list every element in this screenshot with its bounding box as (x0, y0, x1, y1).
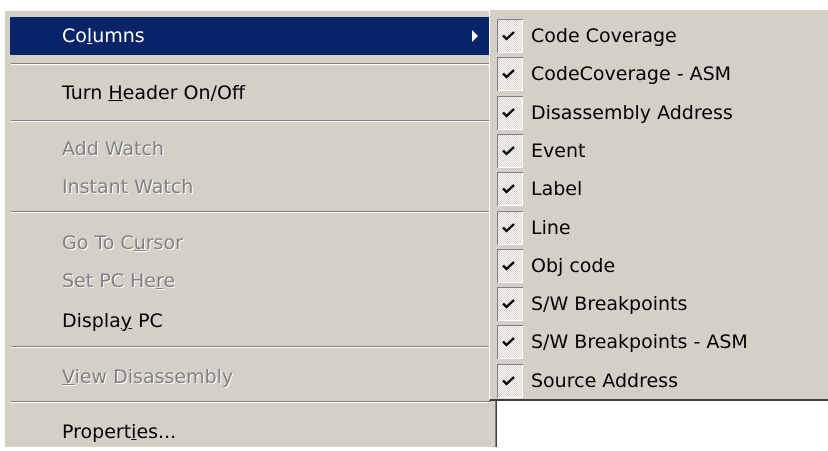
checkmark-icon (502, 299, 515, 309)
checkmark-icon (502, 31, 515, 41)
submenu-item-label: S/W Breakpoints - ASM (531, 331, 748, 354)
submenu-item[interactable]: Line (497, 209, 828, 247)
menu-item-instant-watch[interactable]: Instant Watch (10, 168, 492, 206)
menu-item-label: Properties... (62, 421, 177, 443)
menu-item-display-pc[interactable]: Display PC (10, 302, 492, 340)
checkbox[interactable] (497, 172, 523, 207)
checkbox[interactable] (497, 363, 523, 398)
menu-separator (11, 120, 491, 122)
submenu-item[interactable]: Source Address (497, 362, 828, 400)
checkmark-icon (502, 337, 515, 348)
checkmark-icon (502, 107, 515, 118)
menu-item-label: Columns (62, 25, 145, 47)
checkmark-icon (502, 222, 515, 233)
menu-item-label: Instant Watch (62, 176, 194, 198)
submenu-item[interactable]: S/W Breakpoints (497, 285, 828, 323)
checkbox[interactable] (497, 287, 523, 322)
checkmark-icon (502, 184, 515, 194)
submenu-item-label: CodeCoverage - ASM (531, 63, 732, 86)
menu-item-label: Go To Cursor (62, 232, 183, 254)
checkmark-icon (502, 146, 515, 156)
menu-item-label: Add Watch (62, 138, 164, 160)
menu-item-columns[interactable]: Columns (10, 17, 492, 55)
submenu-item[interactable]: CodeCoverage - ASM (497, 55, 828, 93)
menu-item-label: View Disassembly (62, 366, 234, 388)
checkbox[interactable] (497, 248, 523, 283)
checkbox[interactable] (497, 325, 523, 360)
checkbox[interactable] (497, 19, 523, 53)
menu-item-label: Set PC Here (62, 270, 176, 292)
menu-item-label: Turn Header On/Off (62, 82, 246, 104)
checkmark-icon (502, 375, 515, 386)
submenu-item-label: Label (531, 178, 583, 201)
menu-separator (11, 346, 491, 348)
menu-item-go-to-cursor[interactable]: Go To Cursor (10, 224, 492, 262)
submenu-item[interactable]: Event (497, 132, 828, 170)
submenu-item[interactable]: Disassembly Address (497, 94, 828, 132)
menu-item-view-disassembly[interactable]: View Disassembly (10, 358, 492, 396)
menu-item-add-watch[interactable]: Add Watch (10, 130, 492, 168)
menu-separator (11, 211, 491, 213)
menu-item-properties[interactable]: Properties... (10, 413, 492, 451)
submenu-item-label: Disassembly Address (531, 101, 733, 124)
submenu-item-label: Source Address (531, 369, 678, 392)
checkmark-icon (502, 69, 515, 79)
submenu-item-label: Line (531, 216, 571, 239)
menu-separator (11, 63, 491, 65)
submenu-item-label: S/W Breakpoints (531, 293, 688, 316)
menu-item-turn-header[interactable]: Turn Header On/Off (10, 74, 492, 112)
columns-submenu: Code Coverage CodeCoverage - ASM Disassemb… (489, 10, 828, 401)
menu-item-label: Display PC (62, 310, 163, 332)
submenu-arrow-icon (472, 30, 478, 42)
checkbox[interactable] (497, 95, 523, 130)
checkbox[interactable] (497, 57, 523, 92)
checkmark-icon (502, 260, 515, 271)
submenu-item[interactable]: S/W Breakpoints - ASM (497, 323, 828, 361)
checkbox[interactable] (497, 133, 523, 168)
submenu-item-label: Obj code (531, 254, 616, 277)
checkbox[interactable] (497, 210, 523, 245)
submenu-item[interactable]: Obj code (497, 247, 828, 285)
menu-item-set-pc-here[interactable]: Set PC Here (10, 262, 492, 300)
context-menu: Columns Turn Header On/Off Add Watch Ins… (4, 10, 497, 447)
submenu-item[interactable]: Label (497, 170, 828, 208)
menu-separator (11, 401, 491, 403)
submenu-item-label: Code Coverage (531, 25, 677, 47)
submenu-item-label: Event (531, 139, 586, 162)
submenu-item[interactable]: Code Coverage (497, 17, 828, 55)
